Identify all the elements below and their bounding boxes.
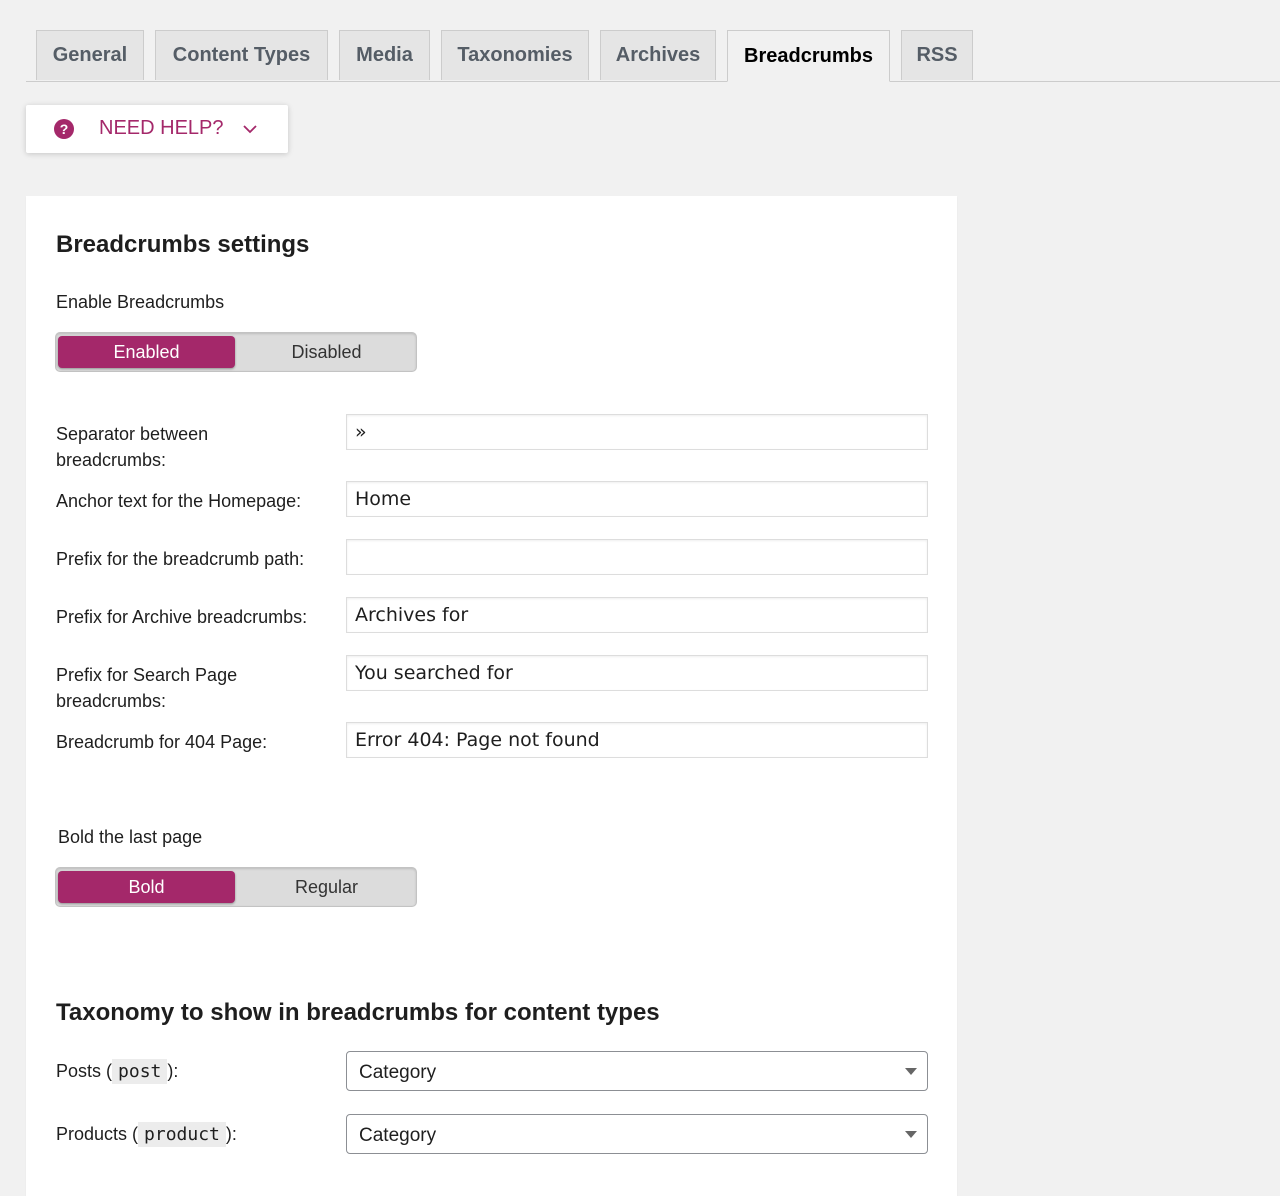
question-circle-icon: ? [54, 119, 74, 139]
tab-media[interactable]: Media [339, 30, 430, 80]
tab-archives[interactable]: Archives [600, 30, 716, 80]
dropdown-arrow-icon [905, 1068, 917, 1075]
enable-breadcrumbs-toggle: Enabled Disabled [55, 332, 417, 372]
enabled-option[interactable]: Enabled [58, 336, 235, 368]
archive-prefix-label: Prefix for Archive breadcrumbs: [56, 607, 308, 627]
tab-rss[interactable]: RSS [901, 30, 973, 80]
post-type-code: post [112, 1059, 168, 1084]
tab-label: Taxonomies [457, 44, 573, 66]
breadcrumbs-settings-card: Breadcrumbs settings Enable Breadcrumbs … [26, 196, 957, 1196]
need-help-button[interactable]: ? NEED HELP? [26, 105, 288, 153]
tab-label: Archives [615, 44, 701, 66]
dropdown-arrow-icon [905, 1131, 917, 1138]
taxonomy-section-title: Taxonomy to show in breadcrumbs for cont… [56, 999, 660, 1026]
section-title: Breadcrumbs settings [56, 231, 310, 258]
separator-label: Separator between breadcrumbs: [56, 424, 209, 470]
need-help-label: NEED HELP? [99, 117, 224, 139]
label-text: ): [167, 1061, 179, 1081]
tab-label: Breadcrumbs [744, 44, 873, 67]
selected-value: Category [359, 1062, 437, 1083]
bold-option[interactable]: Bold [58, 871, 235, 903]
404-breadcrumb-input[interactable] [346, 722, 928, 758]
posts-taxonomy-select[interactable]: Category [346, 1051, 928, 1091]
disabled-option[interactable]: Disabled [238, 336, 415, 368]
bold-last-page-toggle: Bold Regular [55, 867, 417, 907]
enable-breadcrumbs-label: Enable Breadcrumbs [56, 292, 225, 312]
chevron-down-icon [243, 125, 257, 134]
homepage-anchor-input[interactable] [346, 481, 928, 517]
tab-label: RSS [916, 44, 958, 66]
label-text: ): [225, 1124, 237, 1144]
search-prefix-label: Prefix for Search Page breadcrumbs: [56, 665, 238, 711]
product-type-code: product [138, 1122, 226, 1147]
products-taxonomy-label: Products (product): [56, 1121, 237, 1148]
tab-label: Media [356, 44, 413, 66]
products-taxonomy-select[interactable]: Category [346, 1114, 928, 1154]
settings-tabs: General Content Types Media Taxonomies A… [26, 30, 1280, 82]
label-text: Products ( [56, 1124, 139, 1144]
tab-general[interactable]: General [36, 30, 144, 80]
path-prefix-label: Prefix for the breadcrumb path: [56, 549, 305, 569]
tab-content-types[interactable]: Content Types [155, 30, 328, 80]
tab-label: General [52, 44, 128, 66]
tab-label: Content Types [172, 44, 311, 66]
tab-taxonomies[interactable]: Taxonomies [441, 30, 589, 80]
separator-input[interactable] [346, 414, 928, 450]
404-breadcrumb-label: Breadcrumb for 404 Page: [56, 732, 268, 752]
path-prefix-input[interactable] [346, 539, 928, 575]
tab-breadcrumbs[interactable]: Breadcrumbs [727, 30, 890, 82]
search-prefix-input[interactable] [346, 655, 928, 691]
selected-value: Category [359, 1125, 437, 1146]
posts-taxonomy-label: Posts (post): [56, 1058, 178, 1085]
bold-last-page-label: Bold the last page [58, 827, 203, 847]
archive-prefix-input[interactable] [346, 597, 928, 633]
label-text: Posts ( [56, 1061, 113, 1081]
regular-option[interactable]: Regular [238, 871, 415, 903]
homepage-anchor-label: Anchor text for the Homepage: [56, 491, 302, 511]
